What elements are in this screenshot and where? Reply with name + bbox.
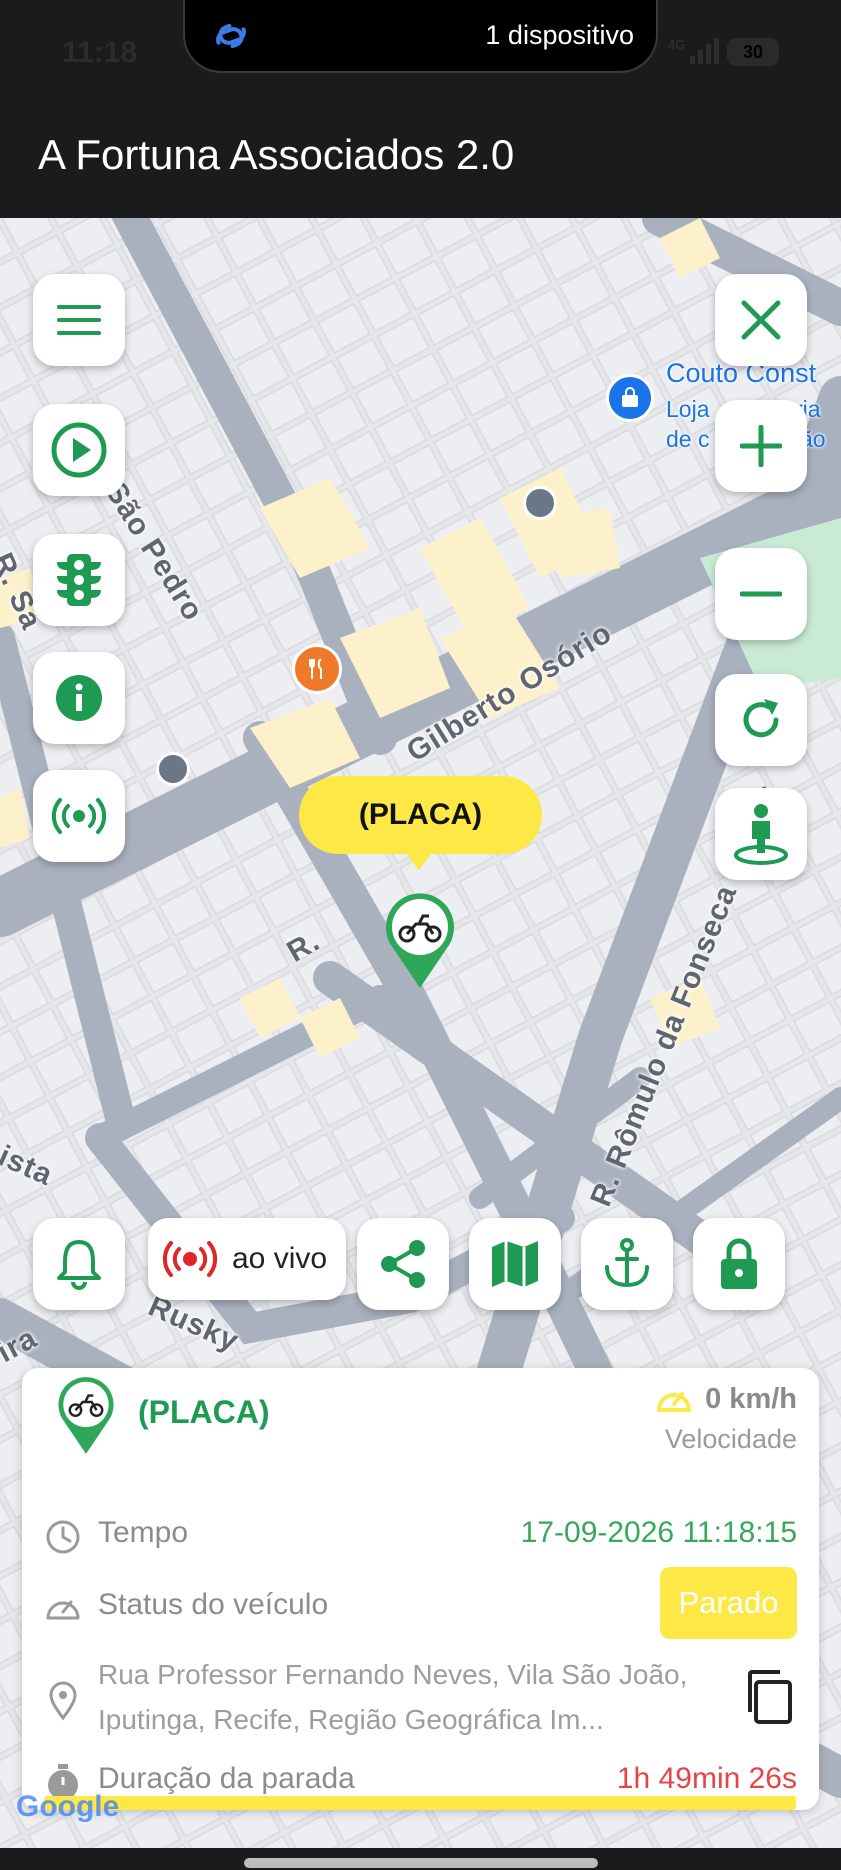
bus-stop-icon[interactable] bbox=[523, 486, 557, 520]
live-broadcast-icon bbox=[162, 1241, 218, 1277]
card-plate: (PLACA) bbox=[138, 1394, 270, 1430]
refresh-button[interactable] bbox=[715, 674, 807, 766]
speed-value: 0 km/h bbox=[705, 1382, 797, 1415]
bus-stop-icon[interactable] bbox=[156, 752, 190, 786]
status-badge: Parado bbox=[660, 1567, 797, 1639]
network-type: 4G bbox=[668, 37, 686, 52]
signal-icon bbox=[690, 38, 719, 64]
map-type-button[interactable] bbox=[469, 1218, 561, 1310]
status-time: 11:18 bbox=[62, 36, 138, 69]
app-title: A Fortuna Associados 2.0 bbox=[38, 131, 515, 178]
anchor-icon bbox=[605, 1238, 649, 1288]
home-indicator[interactable] bbox=[244, 1858, 598, 1868]
refresh-icon bbox=[743, 699, 779, 738]
anchor-button[interactable] bbox=[581, 1218, 673, 1310]
traffic-button[interactable] bbox=[33, 534, 125, 626]
duration-value: 1h 49min 26s bbox=[616, 1762, 797, 1795]
app-bar: A Fortuna Associados 2.0 bbox=[0, 95, 841, 218]
speedometer-icon bbox=[46, 1600, 80, 1620]
alerts-button[interactable] bbox=[33, 1218, 125, 1310]
location-pin-icon bbox=[49, 1681, 77, 1721]
poi-line: Loja bbox=[666, 396, 710, 422]
battery-indicator: 30 bbox=[727, 38, 779, 66]
vehicle-info-card[interactable]: (PLACA) 0 km/h Velocidade Tempo 17-09-20… bbox=[22, 1368, 819, 1810]
info-button[interactable] bbox=[33, 652, 125, 744]
time-value: 17-09-2026 11:18:15 bbox=[520, 1516, 797, 1549]
live-button[interactable]: ao vivo bbox=[148, 1218, 346, 1300]
close-button[interactable] bbox=[715, 274, 807, 366]
menu-icon bbox=[57, 305, 101, 335]
close-icon bbox=[741, 300, 781, 340]
share-button[interactable] bbox=[357, 1218, 449, 1310]
info-icon bbox=[56, 675, 102, 721]
bubble-tail bbox=[405, 852, 433, 870]
google-attribution: Google bbox=[16, 1790, 120, 1823]
zoom-out-button[interactable] bbox=[715, 548, 807, 640]
restaurant-poi-icon[interactable] bbox=[292, 644, 342, 694]
speed-readout: 0 km/h bbox=[655, 1382, 797, 1416]
vehicle-marker-icon[interactable] bbox=[383, 890, 457, 990]
speed-label: Velocidade bbox=[664, 1424, 797, 1454]
share-icon bbox=[381, 1240, 425, 1288]
lock-icon bbox=[721, 1238, 757, 1289]
dynamic-island[interactable]: 1 dispositivo bbox=[183, 0, 658, 73]
status-bar: 11:18 1 dispositivo 4G 30 bbox=[0, 0, 841, 95]
zoom-in-icon bbox=[740, 425, 782, 467]
vehicle-plate-bubble[interactable]: (PLACA) bbox=[299, 776, 542, 854]
street-view-icon bbox=[734, 804, 788, 865]
speedometer-icon bbox=[657, 1392, 692, 1412]
card-progress-bar bbox=[44, 1796, 796, 1810]
map-icon bbox=[492, 1241, 538, 1287]
status-label: Status do veículo bbox=[98, 1588, 329, 1621]
link-icon bbox=[216, 23, 246, 49]
zoom-in-button[interactable] bbox=[715, 400, 807, 492]
lock-button[interactable] bbox=[693, 1218, 785, 1310]
broadcast-button[interactable] bbox=[33, 770, 125, 862]
time-label: Tempo bbox=[98, 1516, 189, 1549]
live-label: ao vivo bbox=[232, 1242, 328, 1275]
poi-line: de c bbox=[666, 426, 710, 452]
zoom-out-icon bbox=[740, 591, 782, 597]
devices-count: 1 dispositivo bbox=[485, 20, 634, 50]
traffic-light-icon bbox=[57, 554, 101, 606]
bell-icon bbox=[57, 1240, 101, 1290]
shopping-poi-icon[interactable] bbox=[606, 374, 654, 422]
play-route-button[interactable] bbox=[33, 404, 125, 496]
duration-label: Duração da parada bbox=[98, 1762, 355, 1795]
street-view-button[interactable] bbox=[715, 788, 807, 880]
vehicle-marker-icon bbox=[58, 1377, 114, 1454]
copy-icon[interactable] bbox=[742, 1668, 796, 1726]
play-icon bbox=[51, 422, 107, 478]
menu-button[interactable] bbox=[33, 274, 125, 366]
broadcast-icon bbox=[51, 798, 107, 834]
address-text: Rua Professor Fernando Neves, Vila São J… bbox=[98, 1659, 688, 1735]
clock-icon bbox=[46, 1520, 80, 1554]
